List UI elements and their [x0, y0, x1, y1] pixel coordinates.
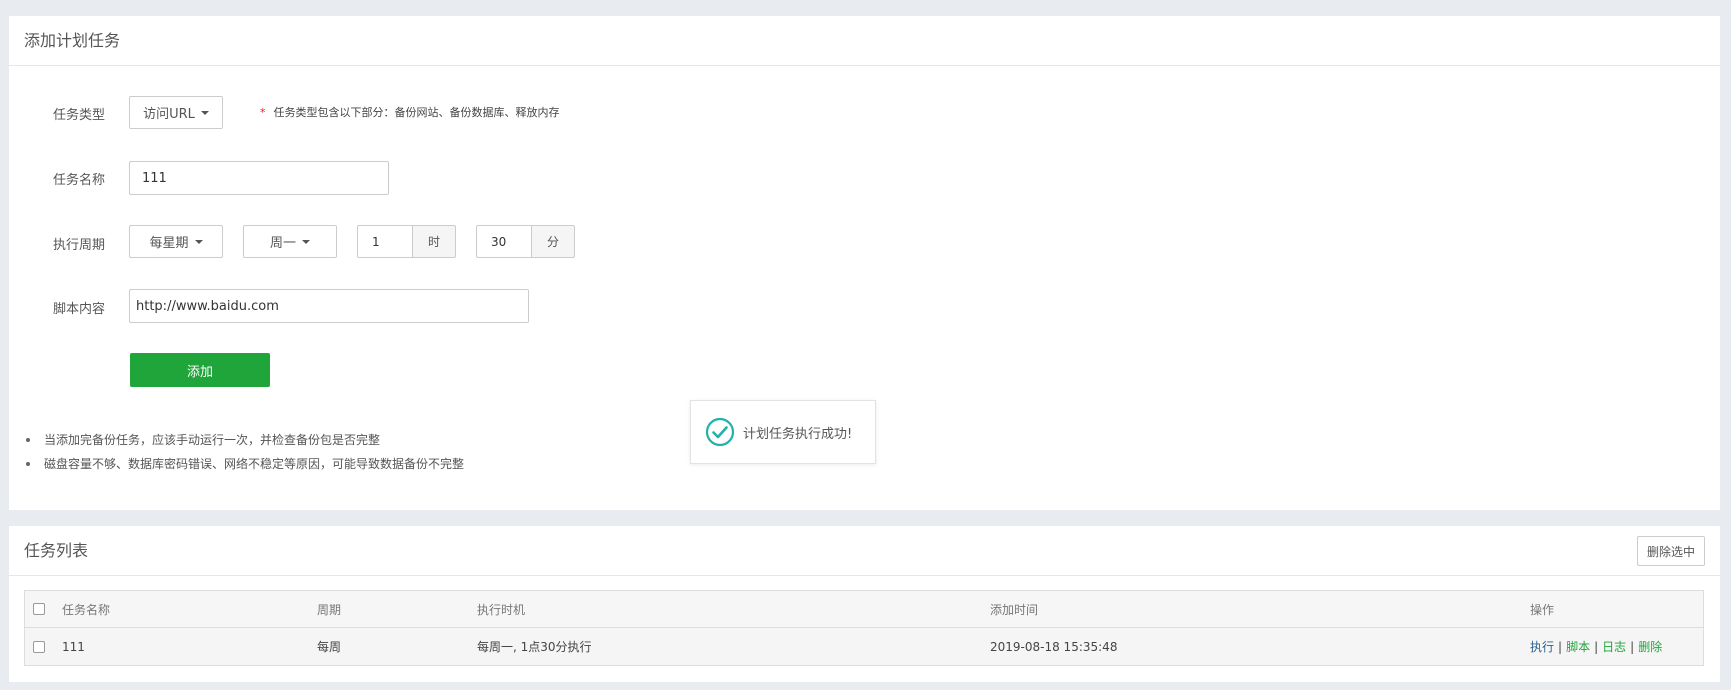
- select-all-checkbox[interactable]: [33, 603, 45, 615]
- table-row: 111 每周 每周一, 1点30分执行 2019-08-18 15:35:48 …: [25, 628, 1703, 665]
- col-add-time: 添加时间: [990, 602, 1039, 617]
- caret-down-icon: [302, 239, 310, 244]
- delete-link[interactable]: 删除: [1638, 640, 1662, 654]
- minute-group: 分: [476, 225, 575, 258]
- row-checkbox[interactable]: [33, 640, 45, 653]
- table-header: 任务名称 周期 执行时机 添加时间 操作: [25, 591, 1703, 628]
- script-label: 脚本内容: [53, 302, 106, 317]
- log-link[interactable]: 日志: [1602, 640, 1626, 654]
- toast-message: 计划任务执行成功!: [743, 426, 853, 442]
- exec-link[interactable]: 执行: [1530, 640, 1554, 654]
- success-toast: 计划任务执行成功!: [690, 400, 876, 464]
- col-exec-time: 执行时机: [477, 602, 526, 617]
- minute-unit: 分: [531, 225, 575, 258]
- cycle-select[interactable]: 每星期: [129, 225, 223, 258]
- row-add-time: 2019-08-18 15:35:48: [990, 639, 1118, 654]
- task-list-panel: 任务列表 删除选中 任务名称 周期 执行时机 添加时间 操作 111 每周 每周…: [9, 526, 1720, 682]
- script-input[interactable]: [129, 289, 529, 323]
- delete-selected-button[interactable]: 删除选中: [1636, 536, 1705, 566]
- weekday-value: 周一: [269, 236, 296, 251]
- task-type-hint-text: 任务类型包含以下部分：备份网站、备份数据库、释放内存: [273, 106, 560, 119]
- add-task-title: 添加计划任务: [9, 16, 1720, 66]
- task-type-value: 访问URL: [143, 107, 195, 122]
- row-cycle: 每周: [317, 640, 342, 654]
- row-name: 111: [62, 639, 85, 654]
- weekday-select[interactable]: 周一: [243, 225, 337, 258]
- add-button[interactable]: 添加: [130, 353, 270, 387]
- hour-input[interactable]: [357, 225, 412, 258]
- row-ops: 执行 | 脚本 | 日志 | 删除: [1530, 638, 1662, 655]
- task-type-select[interactable]: 访问URL: [129, 96, 223, 129]
- task-list-title: 任务列表: [9, 526, 1720, 576]
- script-link[interactable]: 脚本: [1566, 640, 1590, 654]
- check-circle-icon: [705, 417, 735, 447]
- caret-down-icon: [200, 110, 209, 115]
- op-separator: |: [1594, 640, 1599, 654]
- notes-list: 当添加完备份任务，应该手动运行一次，并检查备份包是否完整 磁盘容量不够、数据库密…: [26, 428, 464, 476]
- task-type-hint: * 任务类型包含以下部分：备份网站、备份数据库、释放内存: [260, 104, 560, 120]
- task-name-label: 任务名称: [53, 173, 106, 188]
- col-name: 任务名称: [62, 602, 111, 617]
- row-exec-time: 每周一, 1点30分执行: [477, 640, 592, 654]
- note-item: 当添加完备份任务，应该手动运行一次，并检查备份包是否完整: [26, 428, 464, 452]
- op-separator: |: [1558, 640, 1563, 654]
- task-type-label: 任务类型: [53, 108, 106, 123]
- hour-group: 时: [357, 225, 456, 258]
- cycle-value: 每星期: [149, 236, 189, 251]
- required-star: *: [260, 106, 266, 119]
- task-name-input[interactable]: [129, 161, 389, 195]
- op-separator: |: [1630, 640, 1635, 654]
- caret-down-icon: [194, 239, 203, 244]
- add-task-panel: 添加计划任务 任务类型 访问URL * 任务类型包含以下部分：备份网站、备份数据库…: [9, 16, 1720, 510]
- col-ops: 操作: [1530, 602, 1555, 617]
- note-item: 磁盘容量不够、数据库密码错误、网络不稳定等原因，可能导致数据备份不完整: [26, 452, 464, 476]
- hour-unit: 时: [412, 225, 456, 258]
- cycle-label: 执行周期: [53, 238, 106, 253]
- col-cycle: 周期: [317, 602, 342, 617]
- task-table: 任务名称 周期 执行时机 添加时间 操作 111 每周 每周一, 1点30分执行…: [24, 590, 1704, 666]
- minute-input[interactable]: [476, 225, 531, 258]
